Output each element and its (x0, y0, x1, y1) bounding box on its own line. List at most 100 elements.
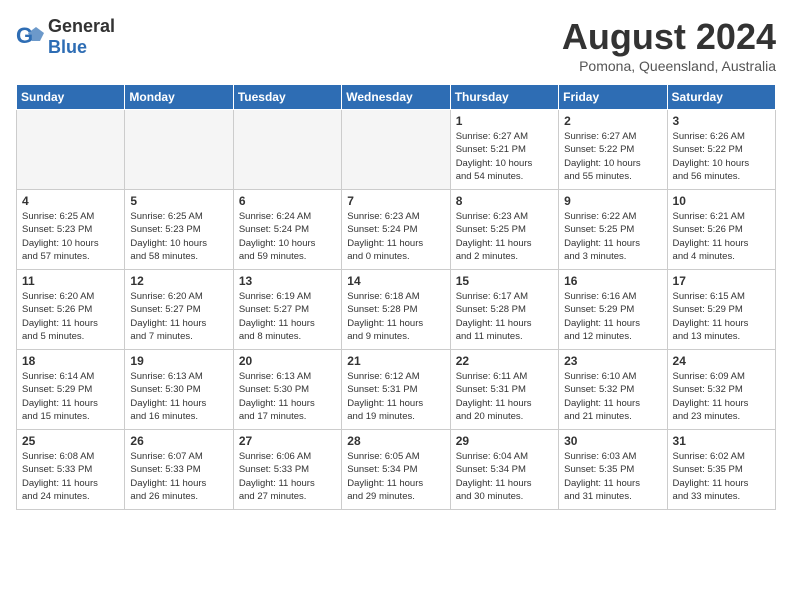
day-info-line: Daylight: 11 hours (564, 238, 640, 249)
calendar-cell: 16Sunrise: 6:16 AMSunset: 5:29 PMDayligh… (559, 270, 667, 350)
day-number: 14 (347, 274, 444, 288)
day-info: Sunrise: 6:25 AMSunset: 5:23 PMDaylight:… (130, 210, 227, 263)
calendar-cell: 4Sunrise: 6:25 AMSunset: 5:23 PMDaylight… (17, 190, 125, 270)
day-info-line: and 8 minutes. (239, 331, 301, 342)
day-info-line: and 23 minutes. (673, 411, 741, 422)
day-info-line: Sunset: 5:29 PM (673, 304, 743, 315)
day-info-line: and 55 minutes. (564, 171, 632, 182)
day-info-line: Sunrise: 6:17 AM (456, 291, 528, 302)
day-info-line: and 0 minutes. (347, 251, 409, 262)
day-info-line: Sunset: 5:31 PM (456, 384, 526, 395)
day-info-line: and 29 minutes. (347, 491, 415, 502)
day-number: 6 (239, 194, 336, 208)
day-info-line: and 27 minutes. (239, 491, 307, 502)
calendar-cell: 14Sunrise: 6:18 AMSunset: 5:28 PMDayligh… (342, 270, 450, 350)
calendar-cell: 27 Sunrise: 6:06 AMSunset: 5:33 PMDayligh… (233, 430, 341, 510)
day-info-line: Sunrise: 6:20 AM (22, 291, 94, 302)
day-info: Sunrise: 6:20 AMSunset: 5:27 PMDaylight:… (130, 290, 227, 343)
day-info-line: and 59 minutes. (239, 251, 307, 262)
day-info-line: Daylight: 11 hours (456, 398, 532, 409)
weekday-saturday: Saturday (667, 85, 775, 110)
day-info: Sunrise: 6:22 AM Sunset: 5:25 PM Daylight:… (564, 210, 661, 263)
day-info-line: Sunrise: 6:19 AM (239, 291, 311, 302)
day-info-line: Sunrise: 6:09 AM (673, 371, 745, 382)
day-info-line: Sunrise: 6:27 AM (564, 131, 636, 142)
day-number: 22 (456, 354, 553, 368)
day-number: 27 (239, 434, 336, 448)
day-info-line: Sunset: 5:33 PM (239, 464, 309, 475)
day-info-line: Sunset: 5:26 PM (673, 224, 743, 235)
weekday-monday: Monday (125, 85, 233, 110)
day-info-line: and 5 minutes. (22, 331, 84, 342)
day-info-line: and 33 minutes. (673, 491, 741, 502)
week-row-3: 11Sunrise: 6:20 AMSunset: 5:26 PMDayligh… (17, 270, 776, 350)
calendar-cell: 19Sunrise: 6:13 AMSunset: 5:30 PMDayligh… (125, 350, 233, 430)
day-info-line: Sunrise: 6:26 AM (673, 131, 745, 142)
day-number: 2 (564, 114, 661, 128)
day-number: 20 (239, 354, 336, 368)
page: G General Blue August 2024 Pomona, Queen… (0, 0, 792, 520)
day-info-line: and 31 minutes. (564, 491, 632, 502)
day-number: 15 (456, 274, 553, 288)
day-info-line: Daylight: 11 hours (456, 238, 532, 249)
day-info-line: and 11 minutes. (456, 331, 523, 342)
day-number: 21 (347, 354, 444, 368)
day-info-line: Sunset: 5:35 PM (564, 464, 634, 475)
weekday-wednesday: Wednesday (342, 85, 450, 110)
day-info-line: Sunset: 5:33 PM (22, 464, 92, 475)
day-info-line: Daylight: 11 hours (130, 318, 206, 329)
day-info-line: Sunrise: 6:22 AM (564, 211, 636, 222)
day-info-line: Sunrise: 6:14 AM (22, 371, 94, 382)
day-number: 23 (564, 354, 661, 368)
day-number: 3 (673, 114, 770, 128)
day-info: Sunrise: 6:21 AMSunset: 5:26 PMDaylight:… (673, 210, 770, 263)
calendar-cell: 20Sunrise: 6:13 AMSunset: 5:30 PMDayligh… (233, 350, 341, 430)
title-area: August 2024 Pomona, Queensland, Australi… (562, 16, 776, 74)
day-info-line: Sunset: 5:33 PM (130, 464, 200, 475)
day-number: 18 (22, 354, 119, 368)
day-info: Sunrise: 6:08 AMSunset: 5:33 PMDaylight:… (22, 450, 119, 503)
day-info-line: Daylight: 11 hours (347, 478, 423, 489)
day-info: Sunrise: 6:07 AMSunset: 5:33 PMDaylight:… (130, 450, 227, 503)
day-info: Sunrise: 6:04 AMSunset: 5:34 PMDaylight:… (456, 450, 553, 503)
weekday-tuesday: Tuesday (233, 85, 341, 110)
day-info-line: Sunset: 5:27 PM (239, 304, 309, 315)
day-info-line: Sunset: 5:34 PM (347, 464, 417, 475)
day-info-line: and 30 minutes. (456, 491, 524, 502)
calendar-cell: 30Sunrise: 6:03 AMSunset: 5:35 PMDayligh… (559, 430, 667, 510)
day-info-line: Sunset: 5:24 PM (239, 224, 309, 235)
day-info: Sunrise: 6:14 AMSunset: 5:29 PMDaylight:… (22, 370, 119, 423)
calendar-cell: 8Sunrise: 6:23 AMSunset: 5:25 PMDaylight… (450, 190, 558, 270)
day-info: Sunrise: 6:02 AMSunset: 5:35 PMDaylight:… (673, 450, 770, 503)
day-info-line: Daylight: 11 hours (130, 398, 206, 409)
day-info-line: Daylight: 11 hours (130, 478, 206, 489)
day-number: 1 (456, 114, 553, 128)
day-info-line: and 21 minutes. (564, 411, 632, 422)
calendar-cell: 24Sunrise: 6:09 AMSunset: 5:32 PMDayligh… (667, 350, 775, 430)
day-number: 16 (564, 274, 661, 288)
day-info-line: and 4 minutes. (673, 251, 735, 262)
day-info-line: Sunrise: 6:10 AM (564, 371, 636, 382)
day-info-line: Daylight: 11 hours (564, 318, 640, 329)
logo: G General Blue (16, 16, 115, 58)
day-number: 28 (347, 434, 444, 448)
day-info-line: Sunset: 5:25 PM (564, 224, 634, 235)
day-number: 11 (22, 274, 119, 288)
day-info-line: Daylight: 10 hours (564, 158, 641, 169)
logo-text: General Blue (48, 16, 115, 58)
day-info-line: Sunrise: 6:20 AM (130, 291, 202, 302)
day-info-line: and 19 minutes. (347, 411, 415, 422)
day-info-line: Sunset: 5:21 PM (456, 144, 526, 155)
day-info-line: Daylight: 11 hours (673, 318, 749, 329)
day-info-line: Sunset: 5:23 PM (130, 224, 200, 235)
day-info-line: and 9 minutes. (347, 331, 409, 342)
day-info-line: Daylight: 11 hours (22, 478, 98, 489)
calendar-cell: 5Sunrise: 6:25 AMSunset: 5:23 PMDaylight… (125, 190, 233, 270)
day-info-line: Sunset: 5:32 PM (673, 384, 743, 395)
day-info-line: Daylight: 10 hours (239, 238, 316, 249)
day-info: Sunrise: 6:17 AMSunset: 5:28 PMDaylight:… (456, 290, 553, 343)
week-row-4: 18 Sunrise: 6:14 AMSunset: 5:29 PMDayligh… (17, 350, 776, 430)
day-info: Sunrise: 6:06 AMSunset: 5:33 PMDaylight:… (239, 450, 336, 503)
header: G General Blue August 2024 Pomona, Queen… (16, 16, 776, 74)
day-info: Sunrise: 6:27 AMSunset: 5:21 PMDaylight:… (456, 130, 553, 183)
